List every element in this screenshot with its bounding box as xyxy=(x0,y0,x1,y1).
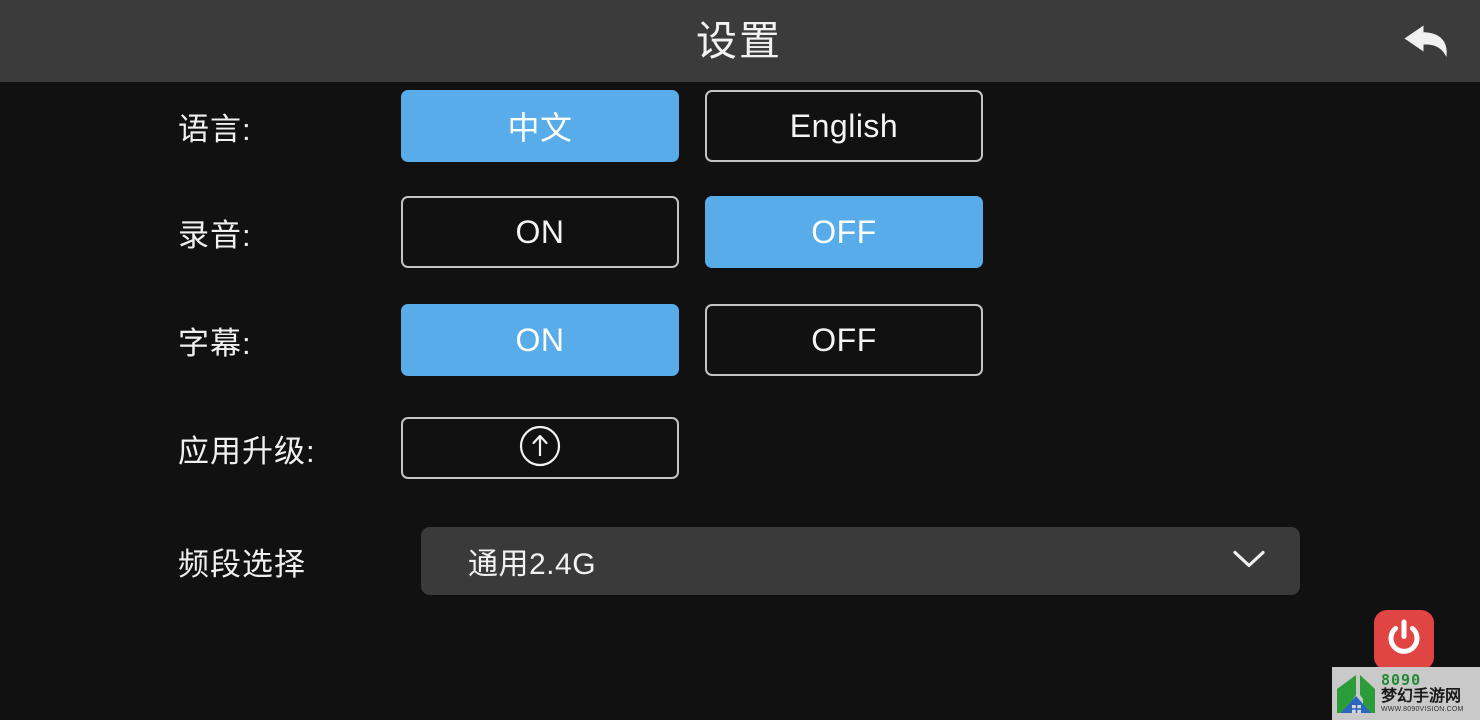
power-button[interactable] xyxy=(1374,610,1434,670)
row-label-band-select: 频段选择 xyxy=(178,546,306,582)
settings-screen: 设置 语言: 中文 English 录音: ON OFF 字幕: ON OFF … xyxy=(0,0,1480,720)
row-language: 语言: 中文 English xyxy=(0,90,1480,162)
row-label-recording: 录音: xyxy=(178,217,252,253)
watermark-url: WWW.8090VISION.COM xyxy=(1381,706,1464,713)
recording-option-on[interactable]: ON xyxy=(401,196,679,268)
upload-circle-arrow-icon xyxy=(518,424,562,473)
language-option-english[interactable]: English xyxy=(705,90,983,162)
back-arrow-icon[interactable] xyxy=(1396,12,1458,70)
row-recording: 录音: ON OFF xyxy=(0,196,1480,268)
watermark-brand: 8090 xyxy=(1381,671,1422,689)
subtitle-option-off-label: OFF xyxy=(811,321,877,358)
subtitle-option-off[interactable]: OFF xyxy=(705,304,983,376)
chevron-down-icon[interactable] xyxy=(1226,544,1272,579)
house-logo-icon xyxy=(1335,669,1377,718)
language-option-chinese-label: 中文 xyxy=(507,110,573,146)
band-select-value: 通用2.4G xyxy=(468,548,597,581)
row-label-subtitle: 字幕: xyxy=(178,325,252,361)
header-bar: 设置 xyxy=(0,0,1480,82)
recording-option-off[interactable]: OFF xyxy=(705,196,983,268)
language-option-chinese[interactable]: 中文 xyxy=(401,90,679,162)
row-app-upgrade: 应用升级: xyxy=(0,417,1480,479)
row-label-language: 语言: xyxy=(178,111,252,147)
watermark-name: 梦幻手游网 xyxy=(1381,688,1462,705)
watermark-text: 8090 梦幻手游网 WWW.8090VISION.COM xyxy=(1381,673,1464,714)
recording-option-off-label: OFF xyxy=(811,213,877,250)
language-option-english-label: English xyxy=(789,107,899,144)
subtitle-option-on-label: ON xyxy=(515,321,565,358)
subtitle-option-on[interactable]: ON xyxy=(401,304,679,376)
app-upgrade-button[interactable] xyxy=(401,417,679,479)
recording-option-on-label: ON xyxy=(515,213,565,250)
band-select-dropdown[interactable]: 通用2.4G xyxy=(421,527,1300,595)
watermark-logo: 8090 梦幻手游网 WWW.8090VISION.COM xyxy=(1332,667,1480,720)
row-band-select: 频段选择 通用2.4G xyxy=(0,527,1480,595)
row-subtitle: 字幕: ON OFF xyxy=(0,304,1480,376)
page-title: 设置 xyxy=(696,17,782,64)
row-label-app-upgrade: 应用升级: xyxy=(178,433,316,469)
power-icon xyxy=(1384,618,1424,663)
